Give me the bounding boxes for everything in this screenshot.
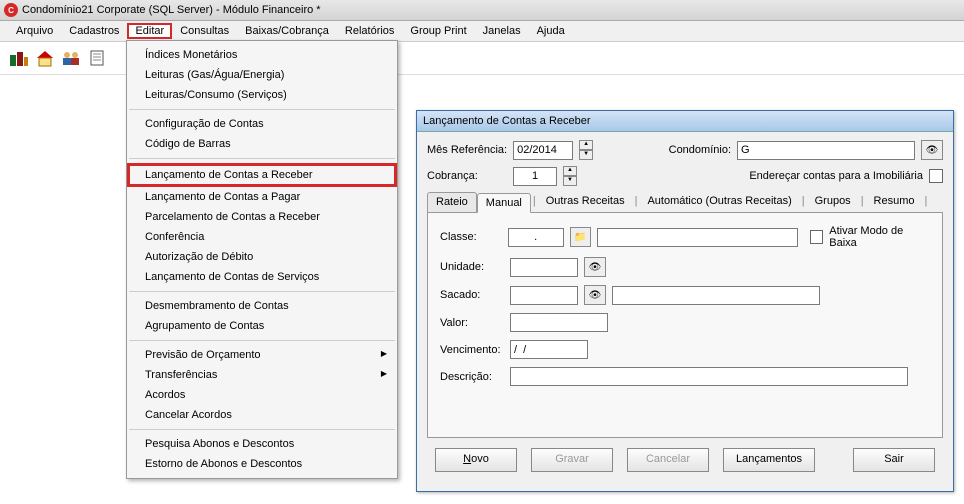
dd-codigo-barras[interactable]: Código de Barras — [127, 134, 397, 154]
tab-automatico[interactable]: Automático (Outras Receitas) — [639, 192, 799, 212]
descricao-label: Descrição: — [440, 371, 504, 383]
valor-input[interactable] — [510, 313, 608, 332]
app-title: Condomínio21 Corporate (SQL Server) - Mó… — [22, 4, 321, 16]
vencimento-input[interactable] — [510, 340, 588, 359]
enderecar-label: Endereçar contas para a Imobiliária — [749, 170, 923, 182]
app-title-bar: C Condomínio21 Corporate (SQL Server) - … — [0, 0, 964, 21]
cobranca-label: Cobrança: — [427, 170, 507, 182]
dd-separator — [129, 429, 395, 430]
unidade-search-icon[interactable]: 👁 — [584, 257, 606, 277]
tab-outras-receitas[interactable]: Outras Receitas — [538, 192, 633, 212]
dd-previsao-orcamento[interactable]: Previsão de Orçamento — [127, 345, 397, 365]
dd-cancelar-acordos[interactable]: Cancelar Acordos — [127, 405, 397, 425]
menu-ajuda[interactable]: Ajuda — [529, 23, 573, 39]
dd-separator — [129, 109, 395, 110]
toolbar-icon-users[interactable] — [60, 47, 82, 69]
toolbar-icon-house[interactable] — [34, 47, 56, 69]
tab-resumo[interactable]: Resumo — [866, 192, 923, 212]
tab-panel-manual: Classe: 📁 Ativar Modo de Baixa Unidade: … — [427, 213, 943, 438]
dd-separator — [129, 340, 395, 341]
dd-separator — [129, 291, 395, 292]
novo-button[interactable]: Novo — [435, 448, 517, 472]
dd-autorizacao-debito[interactable]: Autorização de Débito — [127, 247, 397, 267]
tabs: Rateio Manual | Outras Receitas | Automá… — [427, 192, 943, 213]
dd-lanc-contas-pagar[interactable]: Lançamento de Contas a Pagar — [127, 187, 397, 207]
toolbar-icon-document[interactable] — [86, 47, 108, 69]
enderecar-checkbox[interactable] — [929, 169, 943, 183]
dd-desmembramento[interactable]: Desmembramento de Contas — [127, 296, 397, 316]
sair-button[interactable]: Sair — [853, 448, 935, 472]
dd-separator — [129, 158, 395, 159]
window-title-bar[interactable]: Lançamento de Contas a Receber — [417, 111, 953, 132]
dd-agrupamento[interactable]: Agrupamento de Contas — [127, 316, 397, 336]
dd-indices-monetarios[interactable]: Índices Monetários — [127, 45, 397, 65]
dd-leituras-consumo[interactable]: Leituras/Consumo (Serviços) — [127, 85, 397, 105]
classe-desc-input[interactable] — [597, 228, 798, 247]
menu-baixas-cobranca[interactable]: Baixas/Cobrança — [237, 23, 337, 39]
dd-config-contas[interactable]: Configuração de Contas — [127, 114, 397, 134]
menu-arquivo[interactable]: Arquivo — [8, 23, 61, 39]
classe-label: Classe: — [440, 231, 502, 243]
cancelar-button[interactable]: Cancelar — [627, 448, 709, 472]
menu-cadastros[interactable]: Cadastros — [61, 23, 127, 39]
mes-spinner[interactable]: ▲▼ — [579, 140, 593, 160]
menu-relatorios[interactable]: Relatórios — [337, 23, 403, 39]
cobranca-input[interactable] — [513, 167, 557, 186]
classe-code-input[interactable] — [508, 228, 564, 247]
tab-rateio[interactable]: Rateio — [427, 192, 477, 212]
unidade-input[interactable] — [510, 258, 578, 277]
sacado-code-input[interactable] — [510, 286, 578, 305]
dd-transferencias[interactable]: Transferências — [127, 365, 397, 385]
window-title: Lançamento de Contas a Receber — [423, 115, 591, 127]
tab-manual[interactable]: Manual — [477, 193, 531, 213]
menu-consultas[interactable]: Consultas — [172, 23, 237, 39]
mes-referencia-label: Mês Referência: — [427, 144, 507, 156]
condominio-label: Condomínio: — [669, 144, 731, 156]
dd-parcelamento[interactable]: Parcelamento de Contas a Receber — [127, 207, 397, 227]
valor-label: Valor: — [440, 317, 504, 329]
condominio-input[interactable] — [737, 141, 915, 160]
descricao-input[interactable] — [510, 367, 908, 386]
menu-bar: Arquivo Cadastros Editar Consultas Baixa… — [0, 21, 964, 42]
ativar-baixa-checkbox[interactable] — [810, 230, 824, 244]
condominio-search-icon[interactable]: 👁 — [921, 140, 943, 160]
sacado-label: Sacado: — [440, 289, 504, 301]
tab-grupos[interactable]: Grupos — [807, 192, 859, 212]
dd-leituras-gas[interactable]: Leituras (Gas/Água/Energia) — [127, 65, 397, 85]
cobranca-spinner[interactable]: ▲▼ — [563, 166, 577, 186]
menu-janelas[interactable]: Janelas — [475, 23, 529, 39]
sacado-search-icon[interactable]: 👁 — [584, 285, 606, 305]
gravar-button[interactable]: Gravar — [531, 448, 613, 472]
dd-conferencia[interactable]: Conferência — [127, 227, 397, 247]
dd-acordos[interactable]: Acordos — [127, 385, 397, 405]
menu-group-print[interactable]: Group Print — [402, 23, 474, 39]
sacado-name-input[interactable] — [612, 286, 820, 305]
editar-dropdown: Índices Monetários Leituras (Gas/Água/En… — [126, 40, 398, 479]
menu-editar[interactable]: Editar — [127, 23, 172, 39]
dd-lanc-contas-receber[interactable]: Lançamento de Contas a Receber — [127, 163, 397, 187]
unidade-label: Unidade: — [440, 261, 504, 273]
lancamentos-button[interactable]: Lançamentos — [723, 448, 815, 472]
app-icon: C — [4, 3, 18, 17]
dd-pesquisa-abonos[interactable]: Pesquisa Abonos e Descontos — [127, 434, 397, 454]
lancamento-window: Lançamento de Contas a Receber Mês Refer… — [416, 110, 954, 492]
dd-estorno-abonos[interactable]: Estorno de Abonos e Descontos — [127, 454, 397, 474]
vencimento-label: Vencimento: — [440, 344, 504, 356]
ativar-baixa-label: Ativar Modo de Baixa — [829, 225, 930, 249]
classe-folder-icon[interactable]: 📁 — [570, 227, 591, 247]
button-row: Novo Gravar Cancelar Lançamentos Sair — [427, 448, 943, 472]
mes-referencia-input[interactable] — [513, 141, 573, 160]
toolbar-icon-buildings[interactable] — [8, 47, 30, 69]
dd-lanc-contas-servicos[interactable]: Lançamento de Contas de Serviços — [127, 267, 397, 287]
